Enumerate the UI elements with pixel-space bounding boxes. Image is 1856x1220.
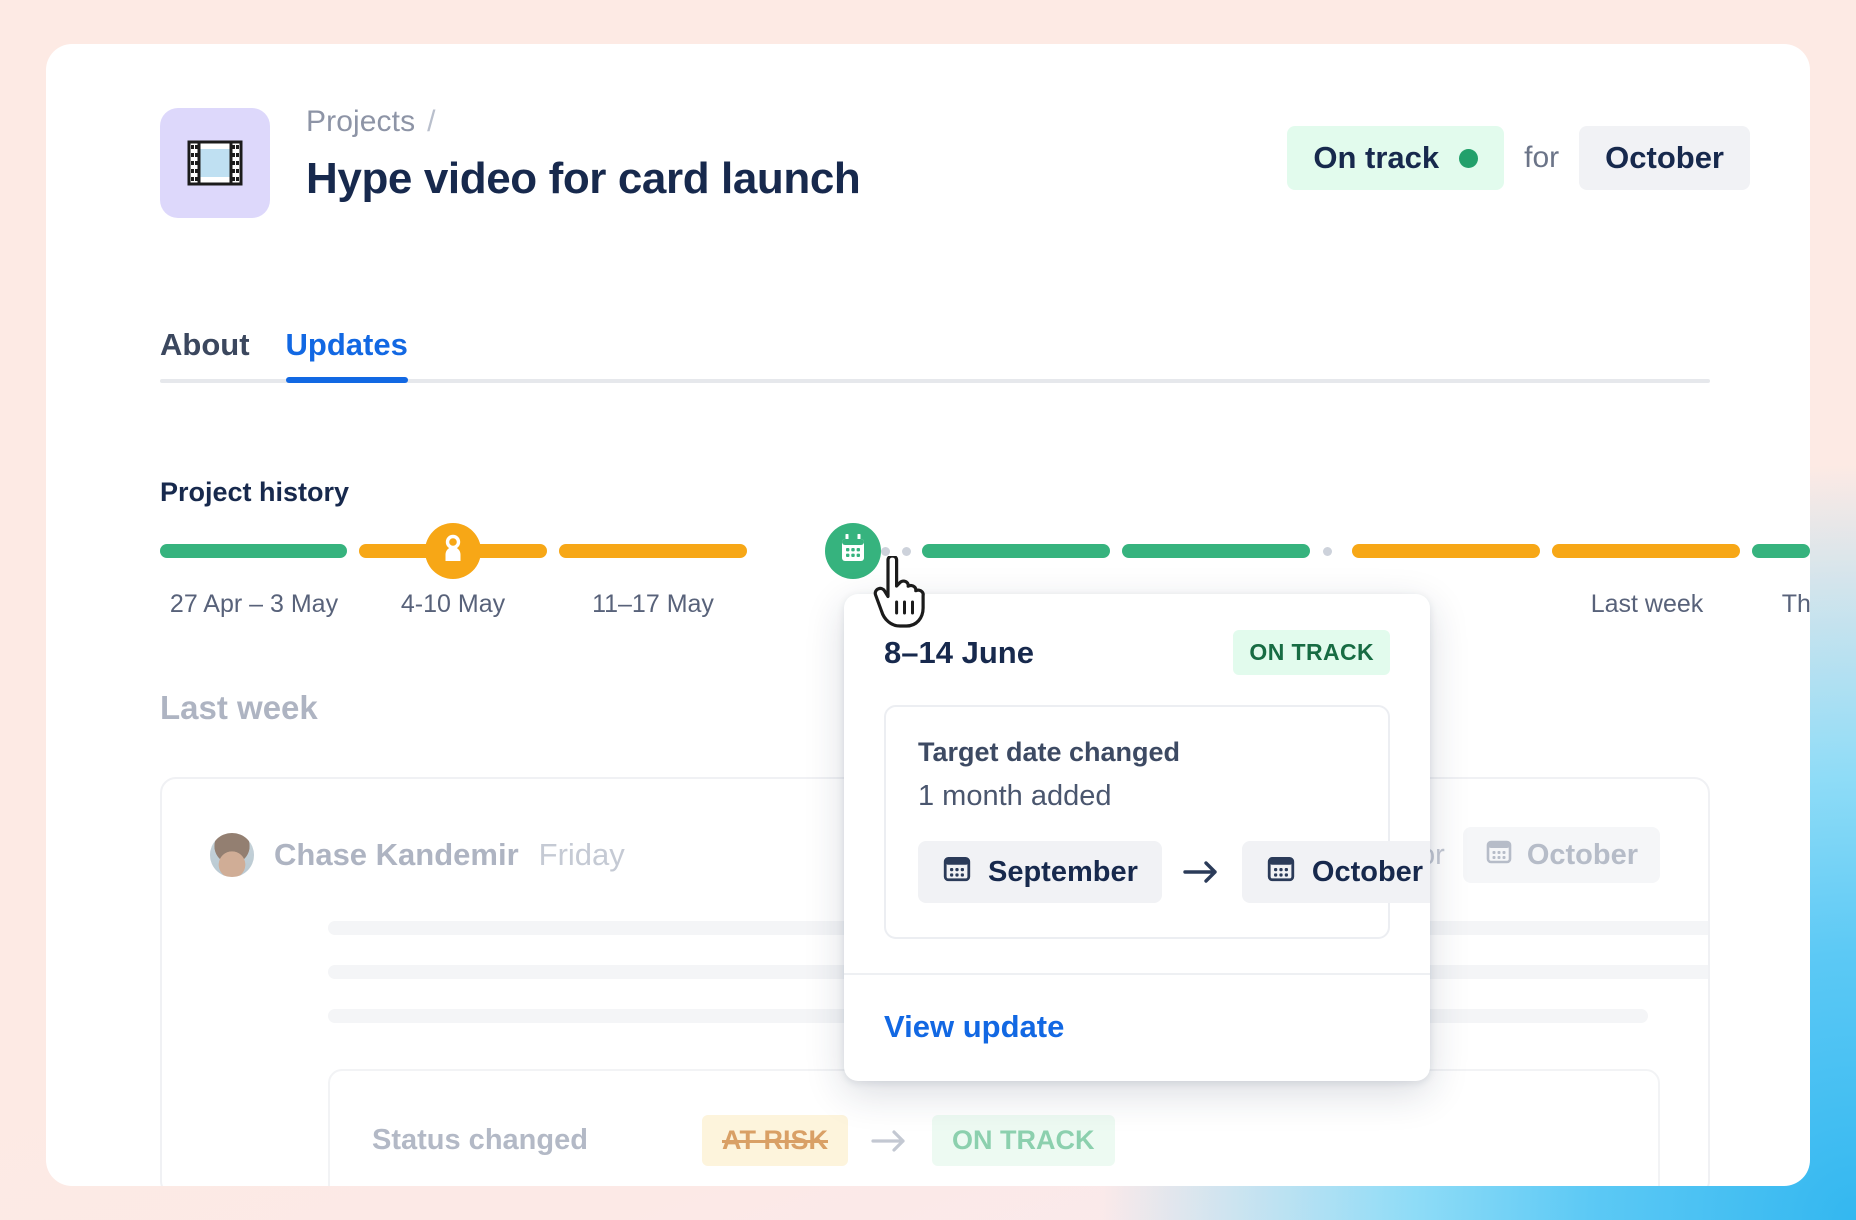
status-from-badge: AT RISK <box>702 1115 848 1166</box>
popup-from-month-label: September <box>988 855 1138 888</box>
title-block: Projects / Hype video for card launch <box>306 100 861 204</box>
status-change-box: Status changed AT RISK ON TRACK <box>328 1069 1660 1186</box>
timeline-tooltip-popup: 8–14 June ON TRACK Target date changed 1… <box>844 594 1430 1081</box>
popup-change-subtitle: 1 month added <box>918 780 1112 812</box>
popup-change-box: Target date changed 1 month added Septem… <box>884 705 1430 939</box>
popup-to-month-chip: October <box>1241 841 1430 903</box>
timeline-gap-dots <box>1323 547 1332 556</box>
calendar-icon <box>942 853 972 891</box>
tab-about[interactable]: About <box>160 327 250 379</box>
timeline-label: This week <box>1781 590 1810 618</box>
timeline-segment[interactable] <box>559 544 747 558</box>
project-avatar <box>160 108 270 218</box>
feed-section-heading: Last week <box>160 689 318 726</box>
timeline-label: Last week <box>1590 590 1704 618</box>
film-strip-icon <box>187 140 243 186</box>
project-status-row: On track for October <box>1287 126 1750 190</box>
status-change-row: Status changed AT RISK ON TRACK <box>372 1115 1616 1166</box>
avatar <box>210 833 254 877</box>
timeline-segment[interactable] <box>1552 544 1740 558</box>
popup-status-badge: ON TRACK <box>1233 630 1390 675</box>
tab-updates[interactable]: Updates <box>285 327 409 383</box>
timeline-label: 27 Apr – 3 May <box>169 590 339 618</box>
breadcrumb-projects-link[interactable]: Projects <box>306 105 415 139</box>
timeline-segment[interactable] <box>1352 544 1540 558</box>
view-update-link[interactable]: View update <box>884 1009 1064 1044</box>
popup-header: 8–14 June ON TRACK <box>844 594 1430 705</box>
tab-bar: About Updates <box>160 327 1710 383</box>
update-timestamp: Friday <box>538 837 625 872</box>
target-month-badge[interactable]: October <box>1579 126 1750 190</box>
timeline-node-calendar-june[interactable] <box>825 523 881 579</box>
timeline-node-person[interactable] <box>425 523 481 579</box>
update-target-month-badge: October <box>1462 827 1660 883</box>
status-dot-icon <box>1459 148 1479 168</box>
popup-to-month-label: October <box>1311 855 1424 888</box>
popup-footer: View update <box>844 973 1430 1081</box>
calendar-icon <box>839 533 867 569</box>
timeline-segment[interactable] <box>1752 544 1810 558</box>
project-history-heading: Project history <box>160 477 350 507</box>
calendar-icon <box>1266 853 1296 891</box>
person-icon <box>440 534 466 569</box>
breadcrumb: Projects / <box>306 100 860 144</box>
popup-from-month-chip: September <box>918 841 1162 903</box>
page-title: Hype video for card launch <box>306 154 861 203</box>
arrow-right-icon <box>870 1129 910 1153</box>
update-author-name: Chase Kandemir <box>274 837 519 872</box>
status-for-label: for <box>1524 141 1560 174</box>
page-header: Projects / Hype video for card launch On… <box>160 100 1750 218</box>
status-badge[interactable]: On track <box>1287 126 1505 190</box>
breadcrumb-separator: / <box>427 105 436 138</box>
popup-date-range: 8–14 June <box>884 634 1034 670</box>
timeline-track: 27 Apr – 3 May 4-10 May 11–17 May Last w… <box>160 523 1810 618</box>
calendar-icon <box>1485 837 1513 873</box>
app-card: Projects / Hype video for card launch On… <box>46 44 1810 1186</box>
popup-change-title: Target date changed <box>918 737 1181 767</box>
timeline-label: 11–17 May <box>592 590 714 618</box>
status-badge-label: On track <box>1313 140 1440 175</box>
status-to-badge: ON TRACK <box>932 1115 1115 1166</box>
timeline-label: 4-10 May <box>400 590 506 618</box>
timeline-segment[interactable] <box>922 544 1110 558</box>
arrow-right-icon <box>1182 860 1222 884</box>
status-change-label: Status changed <box>372 1124 588 1156</box>
timeline-segment[interactable] <box>160 544 347 558</box>
popup-date-chips: September October <box>918 841 1430 903</box>
timeline-segment[interactable] <box>1122 544 1310 558</box>
update-target-month-label: October <box>1526 838 1638 871</box>
